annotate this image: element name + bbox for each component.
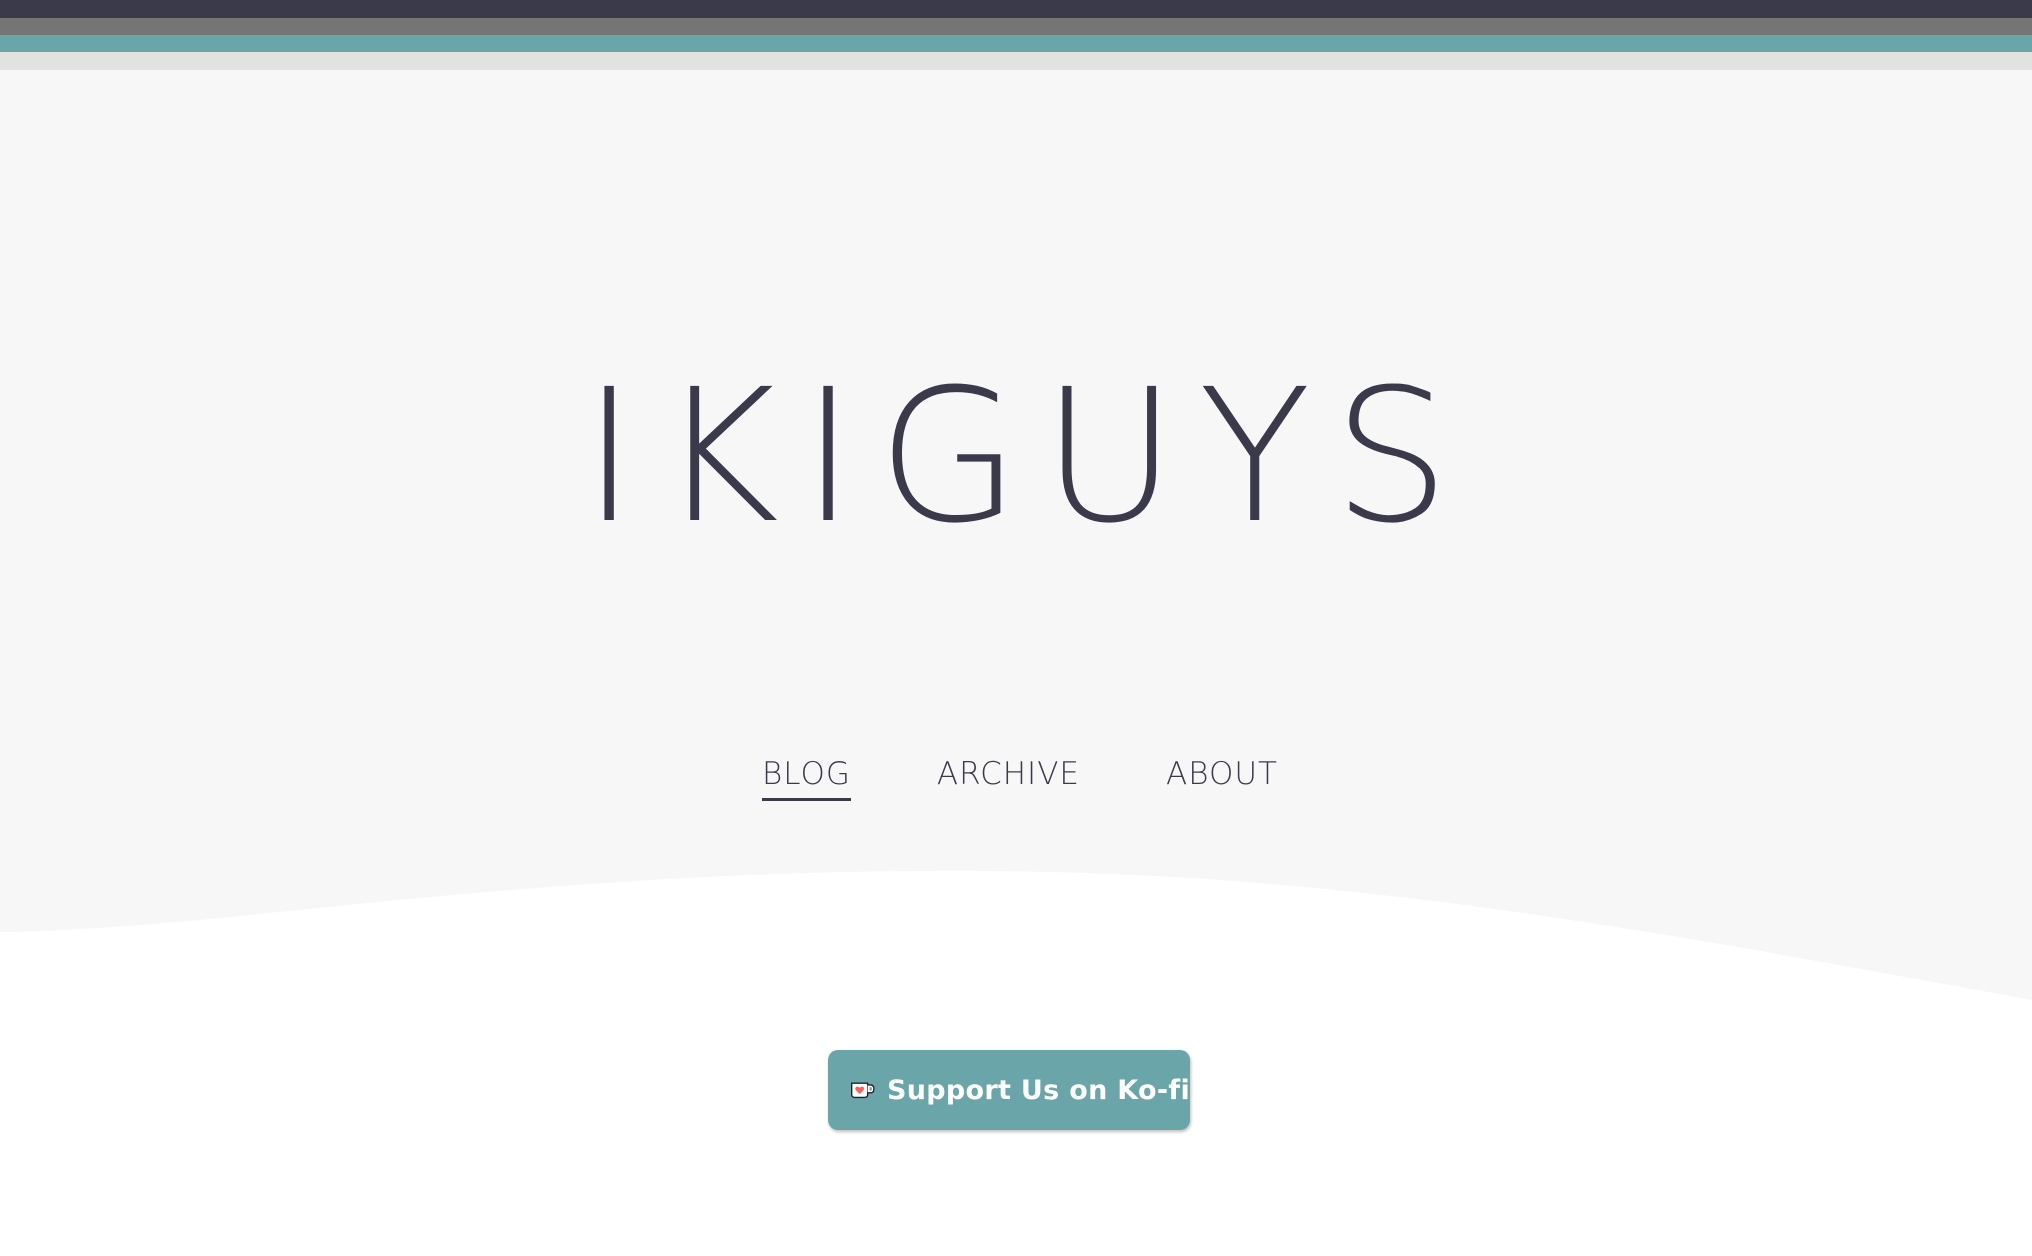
top-stripe-teal	[0, 35, 2032, 52]
site-title[interactable]: IKIGUYS	[0, 365, 2032, 549]
header-wave-divider	[0, 860, 2032, 1020]
kofi-cup-icon	[851, 1082, 875, 1099]
page: IKIGUYS BLOG ARCHIVE ABOUT Support Us on…	[0, 0, 2032, 1256]
top-stripe-gray	[0, 18, 2032, 35]
top-stripe-light	[0, 52, 2032, 70]
top-stripe-dark	[0, 0, 2032, 18]
kofi-support-label: Support Us on Ko-fi	[887, 1074, 1190, 1106]
main-nav: BLOG ARCHIVE ABOUT	[0, 756, 2032, 801]
nav-link-blog[interactable]: BLOG	[762, 756, 851, 801]
kofi-support-button[interactable]: Support Us on Ko-fi	[828, 1050, 1190, 1130]
nav-link-about[interactable]: ABOUT	[1166, 756, 1278, 801]
nav-link-archive[interactable]: ARCHIVE	[937, 756, 1080, 801]
